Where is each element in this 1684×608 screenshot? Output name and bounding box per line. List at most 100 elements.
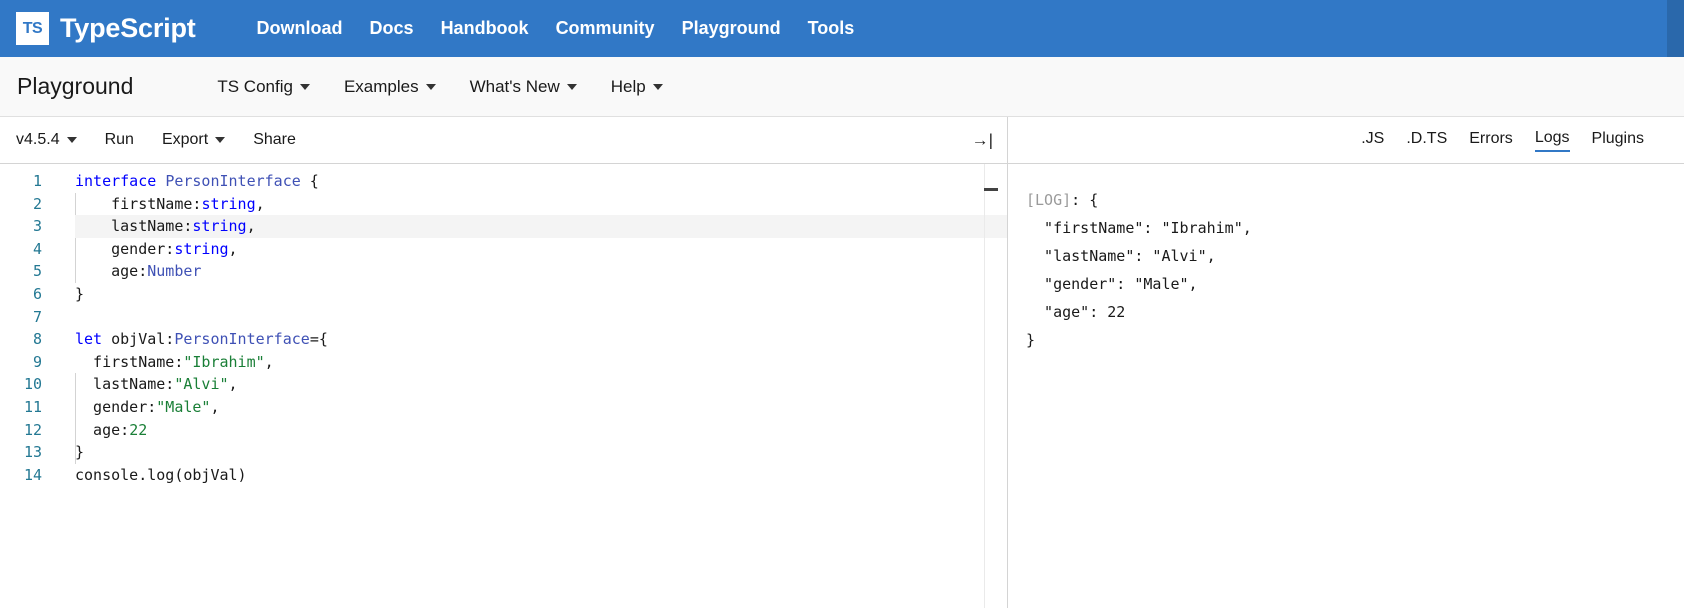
code-line[interactable] [75,306,1007,329]
code-editor[interactable]: 1 2 3 4 5 6 7 8 9 10 11 12 13 14 interface PersonInte… [0,164,1007,608]
code-token: firstName: [75,352,184,371]
code-token: "Male" [156,397,211,416]
output-tab-logs[interactable]: Logs [1534,129,1570,152]
code-token: string [201,194,256,213]
output-tab-plugins[interactable]: Plugins [1592,130,1644,151]
code-content[interactable]: interface PersonInterface { firstName:st… [48,170,1007,608]
minimap-slider[interactable] [984,188,998,191]
code-token: console.log(objVal) [75,465,247,484]
brand-logo-group[interactable]: TS TypeScript [16,12,196,45]
code-token: "Alvi" [174,375,229,394]
code-token: interface [75,172,166,190]
log-line: "age": 22 [1026,298,1684,326]
brand-title: TypeScript [60,13,196,43]
playground-menu-examples[interactable]: Examples [344,77,436,97]
code-token: lastName: [75,217,193,236]
top-navigation-bar: TS TypeScript Download Docs Handbook Commun… [0,0,1684,57]
workspace: v4.5.4 Run Export Share →| 1 2 3 4 5 6 7 8 9 10 11… [0,117,1684,608]
code-token: } [75,443,85,462]
code-line[interactable]: console.log(objVal) [75,464,1007,487]
code-token: ={ [309,330,328,349]
output-pane: .JS .D.TS Errors Logs Plugins [LOG]: { "firs… [1008,117,1684,608]
log-text: "gender": "Male", [1026,275,1198,293]
playground-menu-help[interactable]: Help [611,77,663,97]
code-token: , [264,352,274,371]
line-number: 4 [32,239,42,258]
page-title: Playground [17,73,134,99]
share-button[interactable]: Share [253,131,296,149]
code-line[interactable]: } [75,441,1007,464]
code-line[interactable]: gender:string, [75,238,1007,261]
code-token: let [75,330,103,349]
log-line: "gender": "Male", [1026,270,1684,298]
code-line[interactable]: } [75,283,1007,306]
collapse-right-icon[interactable]: →| [972,132,993,149]
top-nav-link-handbook[interactable]: Handbook [441,18,529,39]
code-token: Number [147,262,202,281]
code-token: , [228,375,238,394]
top-nav-link-playground[interactable]: Playground [682,18,781,39]
code-token: , [255,194,265,213]
code-token: age: [75,420,130,439]
playground-menu-group: TS Config Examples What's New Help [217,77,663,97]
code-token: { [300,172,319,190]
output-tab-errors[interactable]: Errors [1469,130,1513,151]
top-nav-link-download[interactable]: Download [257,18,343,39]
top-nav-links: Download Docs Handbook Community Playground T… [257,18,855,39]
editor-minimap[interactable] [984,164,1006,608]
code-token: , [246,217,256,236]
log-text: : { [1071,191,1099,209]
line-number: 1 [32,172,42,190]
version-label: v4.5.4 [16,131,60,148]
code-line[interactable]: lastName:string, [75,215,1007,238]
log-line: "lastName": "Alvi", [1026,242,1684,270]
code-token: string [174,239,229,258]
code-line[interactable]: gender:"Male", [75,396,1007,419]
output-tab--js[interactable]: .JS [1361,130,1384,151]
chevron-down-icon [215,137,226,143]
code-line[interactable]: interface PersonInterface { [75,170,1007,193]
page-scrollbar[interactable] [1667,0,1684,57]
playground-menu-what-s-new[interactable]: What's New [470,77,577,97]
log-text: } [1026,331,1036,349]
log-text: "lastName": "Alvi", [1026,247,1216,265]
line-number: 5 [32,262,42,281]
chevron-down-icon [652,83,663,90]
typescript-logo-icon: TS [16,12,49,45]
code-line[interactable]: let objVal:PersonInterface={ [75,328,1007,351]
menu-label: Help [610,76,646,96]
menu-label: What's New [469,76,560,96]
line-number: 12 [23,420,42,439]
line-number: 3 [32,217,42,236]
code-token: PersonInterface [174,330,310,349]
top-nav-link-docs[interactable]: Docs [370,18,414,39]
log-line: } [1026,326,1684,354]
version-selector[interactable]: v4.5.4 [16,131,77,149]
code-line[interactable]: age:22 [75,419,1007,442]
code-line[interactable]: firstName:"Ibrahim", [75,351,1007,374]
export-menu[interactable]: Export [161,131,226,149]
output-tab--d-ts[interactable]: .D.TS [1406,130,1447,151]
log-line: "firstName": "Ibrahim", [1026,214,1684,242]
line-number: 8 [32,330,42,349]
line-number: 10 [23,375,42,394]
code-line[interactable]: firstName:string, [75,193,1007,216]
code-line[interactable]: age:Number [75,260,1007,283]
chevron-down-icon [566,83,577,90]
chevron-down-icon [299,83,310,90]
line-number: 6 [32,284,42,303]
code-token: , [228,239,238,258]
top-nav-link-tools[interactable]: Tools [808,18,855,39]
export-label: Export [161,131,209,148]
share-label: Share [253,131,296,148]
code-token: "Ibrahim" [183,352,265,371]
top-nav-link-community[interactable]: Community [556,18,655,39]
chevron-down-icon [66,137,77,143]
playground-menu-ts-config[interactable]: TS Config [217,77,310,97]
code-token: objVal: [102,330,175,349]
line-number: 13 [23,443,42,462]
run-button[interactable]: Run [105,131,134,149]
code-line[interactable]: lastName:"Alvi", [75,373,1007,396]
line-number: 11 [23,397,42,416]
menu-label: Examples [343,76,419,96]
